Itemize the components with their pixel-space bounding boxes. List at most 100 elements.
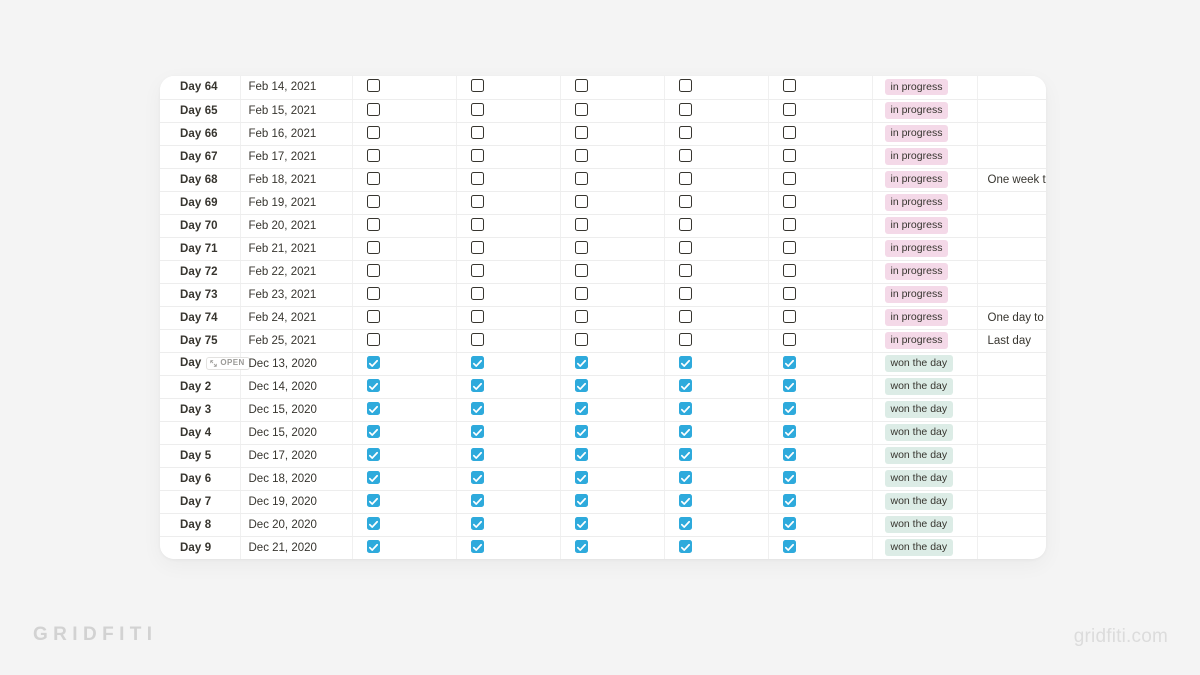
- cell-status[interactable]: won the day: [871, 398, 977, 422]
- cell-habit-2[interactable]: [455, 490, 560, 514]
- checkbox-checked-icon[interactable]: [574, 539, 588, 553]
- checkbox-checked-icon[interactable]: [678, 424, 692, 438]
- cell-habit-4[interactable]: [663, 306, 768, 330]
- table-row[interactable]: Day 71 Feb 21, 2021 in progress: [160, 237, 1046, 261]
- cell-habit-1[interactable]: [351, 168, 456, 192]
- checkbox-checked-icon[interactable]: [782, 447, 796, 461]
- cell-habit-2[interactable]: [455, 237, 560, 261]
- cell-habit-4[interactable]: [663, 283, 768, 307]
- table-row[interactable]: Day 8 Dec 20, 2020 won the day: [160, 513, 1046, 537]
- cell-habit-1[interactable]: [351, 467, 456, 491]
- cell-habit-5[interactable]: [767, 76, 872, 100]
- checkbox-unchecked-icon[interactable]: [366, 125, 380, 139]
- cell-habit-2[interactable]: [455, 444, 560, 468]
- cell-habit-1[interactable]: [351, 237, 456, 261]
- checkbox-unchecked-icon[interactable]: [470, 309, 484, 323]
- cell-habit-4[interactable]: [663, 168, 768, 192]
- cell-date[interactable]: Feb 24, 2021: [239, 306, 352, 330]
- checkbox-checked-icon[interactable]: [366, 470, 380, 484]
- checkbox-checked-icon[interactable]: [574, 447, 588, 461]
- cell-habit-4[interactable]: [663, 260, 768, 284]
- checkbox-unchecked-icon[interactable]: [782, 171, 796, 185]
- cell-day[interactable]: Day 70: [160, 214, 240, 238]
- cell-day[interactable]: Day OPEN: [160, 352, 250, 376]
- checkbox-unchecked-icon[interactable]: [574, 148, 588, 162]
- checkbox-unchecked-icon[interactable]: [782, 102, 796, 116]
- cell-day[interactable]: Day 2: [160, 375, 240, 399]
- cell-status[interactable]: won the day: [871, 536, 977, 559]
- checkbox-unchecked-icon[interactable]: [574, 194, 588, 208]
- checkbox-unchecked-icon[interactable]: [366, 102, 380, 116]
- checkbox-unchecked-icon[interactable]: [678, 263, 692, 277]
- cell-status[interactable]: in progress: [871, 99, 977, 123]
- checkbox-unchecked-icon[interactable]: [574, 332, 588, 346]
- cell-date[interactable]: Feb 15, 2021: [239, 99, 352, 123]
- checkbox-checked-icon[interactable]: [574, 470, 588, 484]
- checkbox-checked-icon[interactable]: [574, 355, 588, 369]
- checkbox-checked-icon[interactable]: [366, 447, 380, 461]
- table-row[interactable]: Day 4 Dec 15, 2020 won the day: [160, 421, 1046, 445]
- checkbox-unchecked-icon[interactable]: [470, 332, 484, 346]
- checkbox-checked-icon[interactable]: [782, 493, 796, 507]
- cell-habit-5[interactable]: [767, 490, 872, 514]
- table-row[interactable]: Day 9 Dec 21, 2020 won the day: [160, 536, 1046, 559]
- cell-note[interactable]: [976, 398, 1046, 422]
- cell-habit-5[interactable]: [767, 237, 872, 261]
- cell-status[interactable]: won the day: [871, 467, 977, 491]
- cell-habit-3[interactable]: [559, 168, 664, 192]
- cell-habit-5[interactable]: [767, 306, 872, 330]
- table-row[interactable]: Day 74 Feb 24, 2021 in progress One day to …: [160, 306, 1046, 330]
- cell-habit-2[interactable]: [455, 329, 560, 353]
- cell-day[interactable]: Day 69: [160, 191, 240, 215]
- checkbox-checked-icon[interactable]: [470, 516, 484, 530]
- checkbox-checked-icon[interactable]: [678, 493, 692, 507]
- cell-note[interactable]: Last day: [976, 329, 1046, 353]
- cell-habit-3[interactable]: [559, 191, 664, 215]
- checkbox-unchecked-icon[interactable]: [470, 194, 484, 208]
- checkbox-unchecked-icon[interactable]: [366, 148, 380, 162]
- checkbox-checked-icon[interactable]: [366, 516, 380, 530]
- cell-habit-2[interactable]: [455, 398, 560, 422]
- cell-date[interactable]: Feb 20, 2021: [239, 214, 352, 238]
- checkbox-unchecked-icon[interactable]: [678, 217, 692, 231]
- cell-day[interactable]: Day 74: [160, 306, 240, 330]
- table-row[interactable]: Day 3 Dec 15, 2020 won the day: [160, 398, 1046, 422]
- cell-note[interactable]: [976, 467, 1046, 491]
- checkbox-unchecked-icon[interactable]: [782, 309, 796, 323]
- checkbox-checked-icon[interactable]: [574, 424, 588, 438]
- cell-habit-3[interactable]: [559, 513, 664, 537]
- cell-habit-2[interactable]: [455, 513, 560, 537]
- cell-note[interactable]: [976, 260, 1046, 284]
- checkbox-unchecked-icon[interactable]: [470, 286, 484, 300]
- cell-habit-1[interactable]: [351, 122, 456, 146]
- cell-habit-5[interactable]: [767, 375, 872, 399]
- cell-habit-1[interactable]: [351, 283, 456, 307]
- cell-habit-5[interactable]: [767, 467, 872, 491]
- cell-date[interactable]: Dec 15, 2020: [239, 398, 352, 422]
- checkbox-unchecked-icon[interactable]: [678, 309, 692, 323]
- checkbox-unchecked-icon[interactable]: [574, 240, 588, 254]
- checkbox-checked-icon[interactable]: [470, 447, 484, 461]
- cell-habit-2[interactable]: [455, 122, 560, 146]
- cell-day[interactable]: Day 67: [160, 145, 240, 169]
- table-row[interactable]: Day OPEN Dec 13, 2020 won the day: [160, 352, 1046, 376]
- cell-habit-4[interactable]: [663, 191, 768, 215]
- cell-habit-5[interactable]: [767, 260, 872, 284]
- checkbox-unchecked-icon[interactable]: [782, 148, 796, 162]
- checkbox-unchecked-icon[interactable]: [678, 286, 692, 300]
- cell-date[interactable]: Dec 21, 2020: [239, 536, 352, 559]
- checkbox-unchecked-icon[interactable]: [574, 171, 588, 185]
- checkbox-unchecked-icon[interactable]: [782, 332, 796, 346]
- cell-habit-5[interactable]: [767, 536, 872, 559]
- checkbox-checked-icon[interactable]: [782, 355, 796, 369]
- checkbox-checked-icon[interactable]: [366, 378, 380, 392]
- table-row[interactable]: Day 6 Dec 18, 2020 won the day: [160, 467, 1046, 491]
- checkbox-unchecked-icon[interactable]: [678, 240, 692, 254]
- cell-habit-4[interactable]: [663, 214, 768, 238]
- checkbox-unchecked-icon[interactable]: [782, 194, 796, 208]
- cell-habit-4[interactable]: [663, 513, 768, 537]
- checkbox-unchecked-icon[interactable]: [574, 309, 588, 323]
- cell-status[interactable]: in progress: [871, 329, 977, 353]
- checkbox-unchecked-icon[interactable]: [470, 148, 484, 162]
- checkbox-checked-icon[interactable]: [782, 401, 796, 415]
